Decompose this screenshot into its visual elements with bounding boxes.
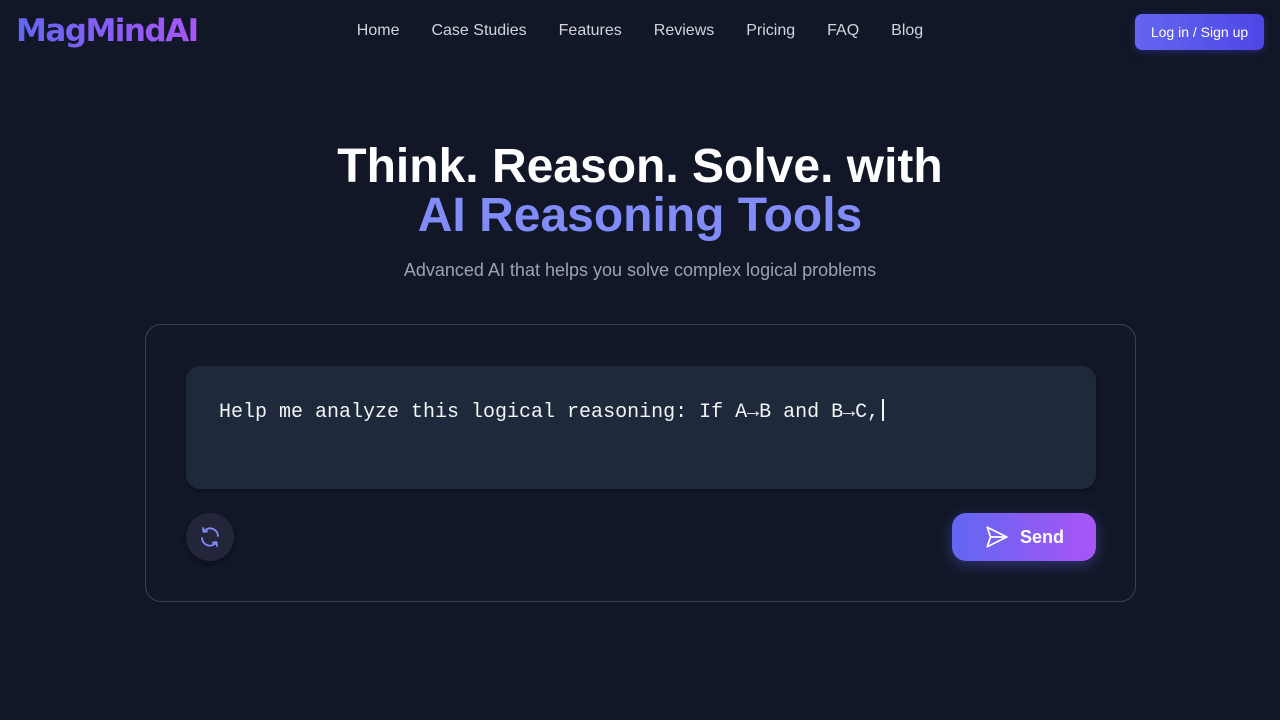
send-icon bbox=[984, 524, 1010, 550]
top-nav: MagMindAI Home Case Studies Features Rev… bbox=[0, 0, 1280, 64]
send-button[interactable]: Send bbox=[952, 513, 1096, 561]
hero-title-line1: Think. Reason. Solve. with bbox=[337, 140, 943, 193]
text-caret bbox=[882, 399, 885, 421]
refresh-icon bbox=[198, 525, 222, 549]
prompt-input[interactable]: Help me analyze this logical reasoning: … bbox=[186, 366, 1096, 489]
nav-features[interactable]: Features bbox=[559, 21, 622, 41]
nav-faq[interactable]: FAQ bbox=[827, 21, 859, 41]
nav-reviews[interactable]: Reviews bbox=[654, 21, 714, 41]
nav-case-studies[interactable]: Case Studies bbox=[431, 21, 526, 41]
prompt-input-text[interactable]: Help me analyze this logical reasoning: … bbox=[219, 399, 885, 425]
login-signup-button[interactable]: Log in / Sign up bbox=[1135, 14, 1264, 50]
hero-subtitle: Advanced AI that helps you solve complex… bbox=[403, 260, 877, 280]
send-button-label: Send bbox=[1019, 526, 1064, 547]
composer-panel: Help me analyze this logical reasoning: … bbox=[145, 324, 1136, 602]
nav-pricing[interactable]: Pricing bbox=[746, 21, 795, 41]
prompt-input-value: Help me analyze this logical reasoning: … bbox=[219, 401, 880, 424]
nav-home[interactable]: Home bbox=[357, 21, 400, 41]
hero-title: Think. Reason. Solve. with AI Reasoning … bbox=[0, 142, 1280, 240]
hero-title-accent: AI Reasoning Tools bbox=[417, 189, 863, 242]
nav-blog[interactable]: Blog bbox=[891, 21, 923, 41]
refresh-button[interactable] bbox=[186, 513, 234, 561]
main-menu: Home Case Studies Features Reviews Prici… bbox=[0, 21, 1280, 41]
